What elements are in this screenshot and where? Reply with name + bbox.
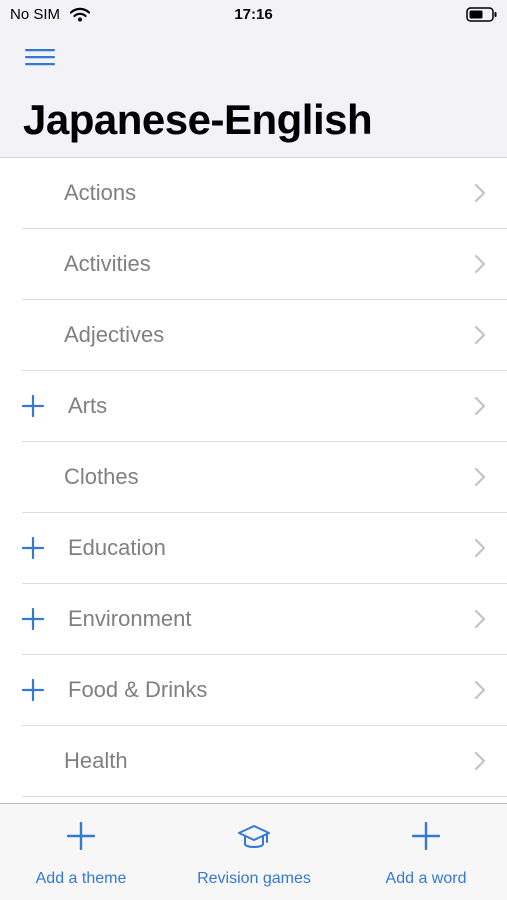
chevron-right-icon [474, 538, 486, 558]
revision-games-label: Revision games [197, 870, 311, 887]
theme-row-activities[interactable]: Activities [0, 229, 507, 300]
clock: 17:16 [234, 6, 273, 23]
theme-row-education[interactable]: Education [0, 513, 507, 584]
theme-list: Actions Activities Adjectives Arts Cloth… [0, 158, 507, 803]
theme-row-environment[interactable]: Environment [0, 584, 507, 655]
theme-label: Health [64, 748, 128, 773]
chevron-right-icon [474, 467, 486, 487]
theme-label: Actions [64, 180, 137, 205]
add-word-button[interactable]: Add a word [362, 804, 490, 900]
chevron-right-icon [474, 751, 486, 771]
chevron-right-icon [474, 609, 486, 629]
status-bar: No SIM 17:16 [0, 0, 507, 30]
graduation-cap-icon [238, 825, 270, 848]
plus-icon[interactable] [22, 608, 44, 630]
chevron-right-icon [474, 680, 486, 700]
theme-row-actions[interactable]: Actions [0, 158, 507, 229]
chevron-right-icon [474, 325, 486, 345]
theme-label: Food & Drinks [68, 677, 208, 702]
theme-label: Adjectives [64, 322, 165, 347]
chevron-right-icon [474, 254, 486, 274]
navigation-header: No SIM 17:16 Japanese-English [0, 0, 507, 158]
row-separator [22, 796, 507, 797]
theme-row-clothes[interactable]: Clothes [0, 442, 507, 513]
theme-label: Clothes [64, 464, 139, 489]
theme-row-health[interactable]: Health [0, 726, 507, 797]
theme-label: Activities [64, 251, 151, 276]
add-theme-label: Add a theme [35, 870, 127, 887]
plus-icon[interactable] [22, 537, 44, 559]
theme-label: Education [68, 535, 166, 560]
plus-icon[interactable] [22, 395, 44, 417]
theme-row-adjectives[interactable]: Adjectives [0, 300, 507, 371]
bottom-toolbar: Add a theme Revision games Add a word [0, 803, 507, 900]
page-title: Japanese-English [23, 96, 373, 143]
theme-label: Environment [68, 606, 192, 631]
chevron-right-icon [474, 396, 486, 416]
revision-games-button[interactable]: Revision games [184, 804, 324, 900]
theme-row-food-drinks[interactable]: Food & Drinks [0, 655, 507, 726]
theme-row-arts[interactable]: Arts [0, 371, 507, 442]
hamburger-menu-icon[interactable] [24, 46, 56, 68]
plus-icon [412, 822, 440, 850]
plus-icon[interactable] [22, 679, 44, 701]
theme-label: Arts [68, 393, 108, 418]
add-theme-button[interactable]: Add a theme [16, 804, 146, 900]
chevron-right-icon [474, 183, 486, 203]
add-word-label: Add a word [385, 870, 467, 887]
battery-icon [466, 7, 497, 22]
plus-icon [67, 822, 95, 850]
